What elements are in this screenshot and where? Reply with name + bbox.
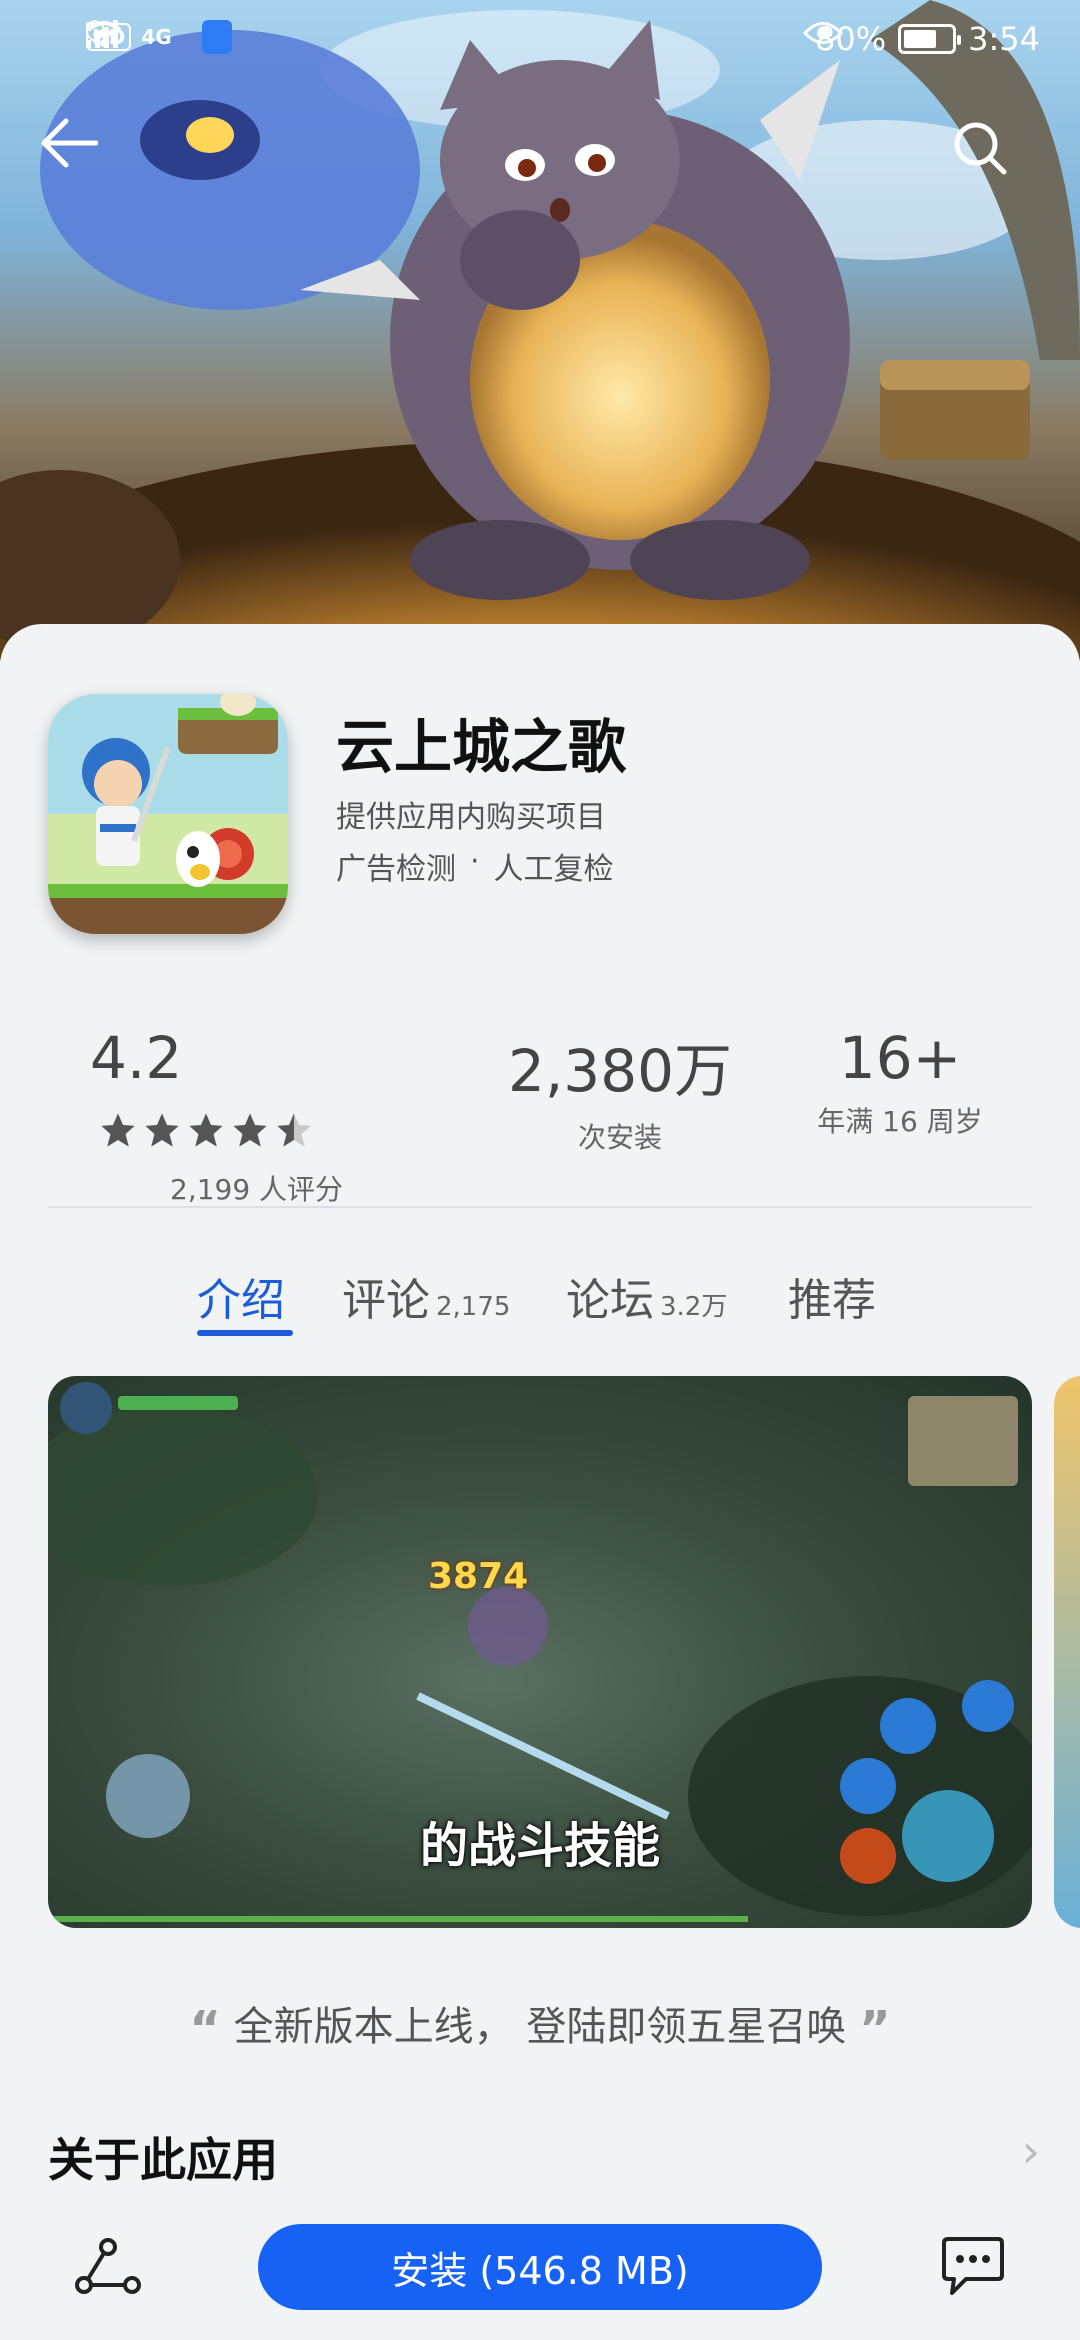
open-quote-icon: “ xyxy=(189,2001,221,2057)
tab-forum-count: 3.2万 xyxy=(660,1292,728,1322)
manual-check-label: 人工复检 xyxy=(493,852,614,887)
tab-forum-label: 论坛 xyxy=(566,1275,654,1326)
app-icon xyxy=(48,694,288,934)
install-count: 2,380万 xyxy=(507,1037,733,1105)
close-quote-icon: ” xyxy=(859,2001,891,2057)
chat-button[interactable] xyxy=(928,2222,1018,2312)
network-type: 4G xyxy=(141,25,172,49)
app-detail-sheet: 云上城之歌 提供应用内购买项目 广告检测 · 人工复检 4.2 2,199 人评… xyxy=(0,624,1080,2340)
tab-reviews-label: 评论 xyxy=(342,1275,430,1326)
security-shield-icon xyxy=(86,20,232,54)
app-title: 云上城之歌 xyxy=(336,713,627,781)
search-icon xyxy=(954,122,1007,175)
safety-checks: 广告检测 · 人工复检 xyxy=(336,844,614,888)
tab-forum[interactable]: 论坛 3.2万 xyxy=(566,1264,727,1328)
star-icon xyxy=(101,1113,135,1147)
tagline: “ 全新版本上线， 登陆即领五星召唤 ” xyxy=(0,1994,1080,2057)
next-screenshot-peek[interactable] xyxy=(1054,1376,1080,1928)
app-stats: 4.2 2,199 人评分 2,380万 次安装 16+ 年满 16 周岁 xyxy=(0,1024,1080,1206)
rating-count: 2,199 人评分 xyxy=(170,1173,344,1206)
star-icon xyxy=(233,1113,267,1147)
damage-number: 3874 xyxy=(428,1556,529,1597)
hero-banner: HD 4G 80% 3:54 xyxy=(0,0,1080,660)
age-rating: 16+ xyxy=(838,1024,962,1092)
ad-check-label: 广告检测 xyxy=(336,852,456,887)
age-label: 年满 16 周岁 xyxy=(817,1105,983,1138)
battery-icon xyxy=(898,24,962,54)
share-icon xyxy=(75,2238,141,2294)
clock: 3:54 xyxy=(968,20,1040,58)
gameplay-screenshot[interactable]: 3874 的战斗技能 xyxy=(48,1376,1032,1928)
install-label: 次安装 xyxy=(577,1121,662,1154)
in-app-purchase-note: 提供应用内购买项目 xyxy=(336,800,606,835)
rating-value: 4.2 xyxy=(90,1024,183,1092)
tab-recommended[interactable]: 推荐 xyxy=(788,1264,876,1328)
back-button[interactable] xyxy=(38,118,128,208)
status-bar: HD 4G 80% 3:54 xyxy=(0,0,1080,80)
star-icon xyxy=(145,1113,179,1147)
tagline-text: 全新版本上线， 登陆即领五星召唤 xyxy=(233,2004,847,2050)
share-button[interactable] xyxy=(62,2222,152,2312)
chevron-right-icon[interactable]: › xyxy=(1022,2124,1040,2178)
tab-recommended-label: 推荐 xyxy=(788,1275,876,1326)
separator-dot: · xyxy=(470,844,480,879)
rating-stat[interactable]: 4.2 2,199 人评分 xyxy=(90,1024,420,1208)
about-app-link[interactable]: 关于此应用 xyxy=(48,2124,278,2190)
search-button[interactable] xyxy=(950,118,1040,208)
installs-stat: 2,380万 次安装 xyxy=(470,1024,770,1156)
half-star-icon xyxy=(277,1113,311,1147)
rating-stars xyxy=(98,1110,314,1150)
tab-intro-label: 介绍 xyxy=(197,1275,285,1326)
chat-bubble-icon xyxy=(942,2237,1004,2295)
back-arrow-icon xyxy=(41,118,98,168)
install-button[interactable]: 安装 (546.8 MB) xyxy=(258,2224,822,2310)
active-tab-indicator xyxy=(197,1330,293,1336)
tab-intro[interactable]: 介绍 xyxy=(197,1264,285,1328)
divider xyxy=(48,1206,1032,1208)
hero-artwork xyxy=(0,0,1080,660)
age-stat: 16+ 年满 16 周岁 xyxy=(790,1024,1010,1140)
star-icon xyxy=(189,1113,223,1147)
tab-reviews-count: 2,175 xyxy=(436,1292,511,1322)
bottom-action-bar: 安装 (546.8 MB) xyxy=(0,2200,1080,2340)
tab-bar: 介绍 评论 2,175 论坛 3.2万 推荐 xyxy=(0,1264,1080,1354)
screenshot-caption: 的战斗技能 xyxy=(419,1818,660,1874)
tab-reviews[interactable]: 评论 2,175 xyxy=(342,1264,510,1328)
